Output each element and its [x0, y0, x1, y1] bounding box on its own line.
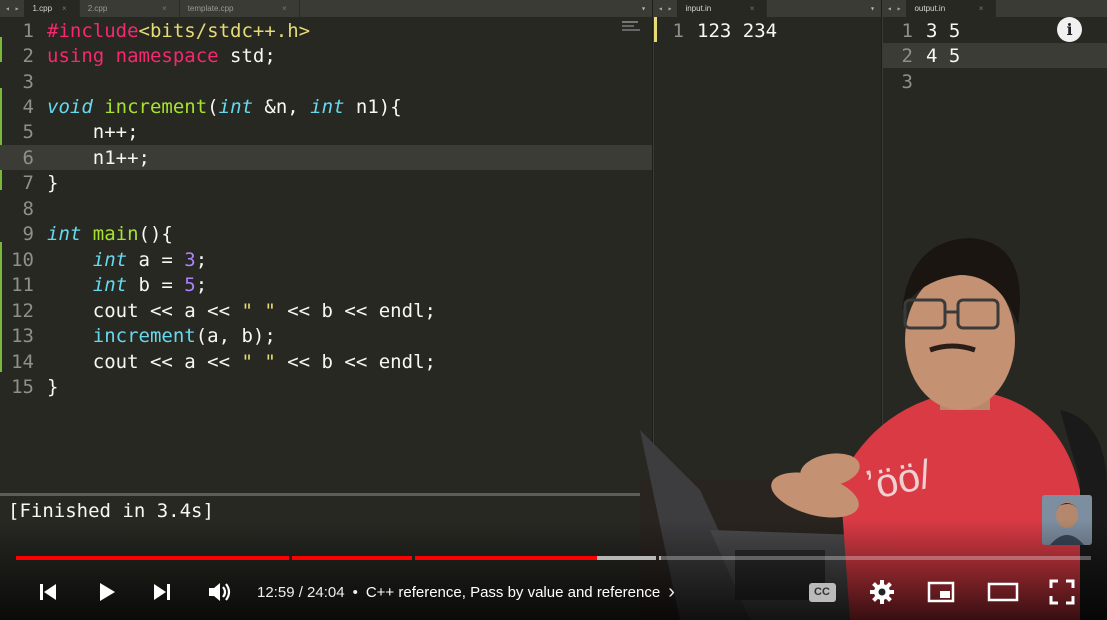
- progress-bar[interactable]: [16, 556, 1091, 560]
- code-line: 4 void increment(int &n, int n1){: [22, 95, 402, 118]
- play-button[interactable]: [88, 574, 124, 610]
- code-line: 15}: [11, 375, 59, 398]
- input-tabbar: ◂ ▸ input.in × ▾: [653, 0, 881, 17]
- code-line: 8: [22, 197, 34, 220]
- code-line: 1 #include<bits/stdc++.h>: [22, 19, 311, 42]
- tab-label: input.in: [685, 4, 712, 13]
- chapter-divider: [289, 556, 292, 560]
- chapter-title[interactable]: C++ reference, Pass by value and referen…: [366, 584, 660, 601]
- output-line-current: 24 5: [883, 43, 1107, 68]
- fullscreen-button[interactable]: [1044, 574, 1080, 610]
- theater-mode-button[interactable]: [983, 574, 1023, 610]
- code-line: 11 int b = 5;: [11, 273, 208, 296]
- info-icon[interactable]: i: [1057, 17, 1082, 42]
- console-output: [Finished in 3.4s]: [8, 500, 214, 522]
- captions-icon: CC: [808, 582, 836, 602]
- next-button[interactable]: [144, 574, 180, 610]
- code-line: 12 cout << a << " " << b << endl;: [11, 299, 436, 322]
- close-icon[interactable]: ×: [282, 4, 287, 13]
- code-line-current: 6 n1++;: [0, 145, 652, 170]
- code-line: 14 cout << a << " " << b << endl;: [11, 350, 436, 373]
- close-icon[interactable]: ×: [979, 4, 984, 13]
- settings-button[interactable]: [864, 574, 900, 610]
- tab-output-in[interactable]: output.in ×: [906, 0, 997, 17]
- code-line: 9 int main(){: [22, 222, 173, 245]
- tab-1cpp[interactable]: 1.cpp ×: [24, 0, 80, 17]
- tab-nav-arrows[interactable]: ◂ ▸: [0, 4, 24, 13]
- fullscreen-icon: [1049, 579, 1075, 605]
- close-icon[interactable]: ×: [750, 4, 755, 13]
- output-line: 3: [901, 70, 913, 93]
- progress-played: [16, 556, 597, 560]
- settings-gear-icon: [870, 580, 894, 604]
- time-current-duration: 12:59 / 24:04: [257, 584, 345, 601]
- tab-input-in[interactable]: input.in ×: [677, 0, 768, 17]
- output-tabbar: ◂ ▸ output.in ×: [882, 0, 1107, 17]
- chapter-divider: [656, 556, 659, 560]
- volume-icon: [209, 583, 231, 601]
- code-line: 7}: [22, 171, 59, 194]
- tab-label: 2.cpp: [87, 4, 108, 13]
- captions-button[interactable]: CC: [804, 574, 840, 610]
- theater-mode-icon: [987, 582, 1019, 602]
- previous-button[interactable]: [30, 574, 66, 610]
- tab-label: output.in: [914, 4, 946, 13]
- miniplayer-icon: [927, 581, 955, 603]
- previous-icon: [40, 584, 56, 600]
- tab-template-cpp[interactable]: template.cpp ×: [180, 0, 300, 17]
- source-editor[interactable]: 1 #include<bits/stdc++.h> 2 using namespac…: [0, 17, 652, 493]
- code-line: 10 int a = 3;: [11, 248, 208, 271]
- tab-nav-arrows[interactable]: ◂ ▸: [653, 4, 677, 13]
- code-line: 3: [22, 70, 34, 93]
- next-icon: [154, 584, 170, 600]
- tab-label: 1.cpp: [32, 4, 53, 13]
- time-display: 12:59 / 24:04 • C++ reference, Pass by v…: [257, 581, 675, 604]
- close-icon[interactable]: ×: [62, 4, 67, 13]
- tab-label: template.cpp: [187, 4, 234, 13]
- code-line: 5 n++;: [22, 120, 139, 143]
- tab-2cpp[interactable]: 2.cpp ×: [80, 0, 180, 17]
- chapter-divider: [412, 556, 415, 560]
- code-line: 2 using namespace std;: [22, 44, 276, 67]
- code-line: 13 increment(a, b);: [11, 324, 276, 347]
- close-icon[interactable]: ×: [162, 4, 167, 13]
- tab-nav-arrows[interactable]: ◂ ▸: [882, 4, 906, 13]
- tab-dropdown-icon[interactable]: ▾: [641, 4, 652, 13]
- chapter-separator: •: [352, 584, 358, 601]
- input-line: 1 123 234: [672, 19, 778, 42]
- volume-button[interactable]: [202, 574, 238, 610]
- tab-dropdown-icon[interactable]: ▾: [870, 4, 881, 13]
- left-tabbar: ◂ ▸ 1.cpp × 2.cpp × template.cpp × ▾: [0, 0, 652, 17]
- miniplayer-button[interactable]: [923, 574, 959, 610]
- chevron-right-icon[interactable]: ›: [668, 581, 675, 604]
- play-icon: [100, 583, 115, 601]
